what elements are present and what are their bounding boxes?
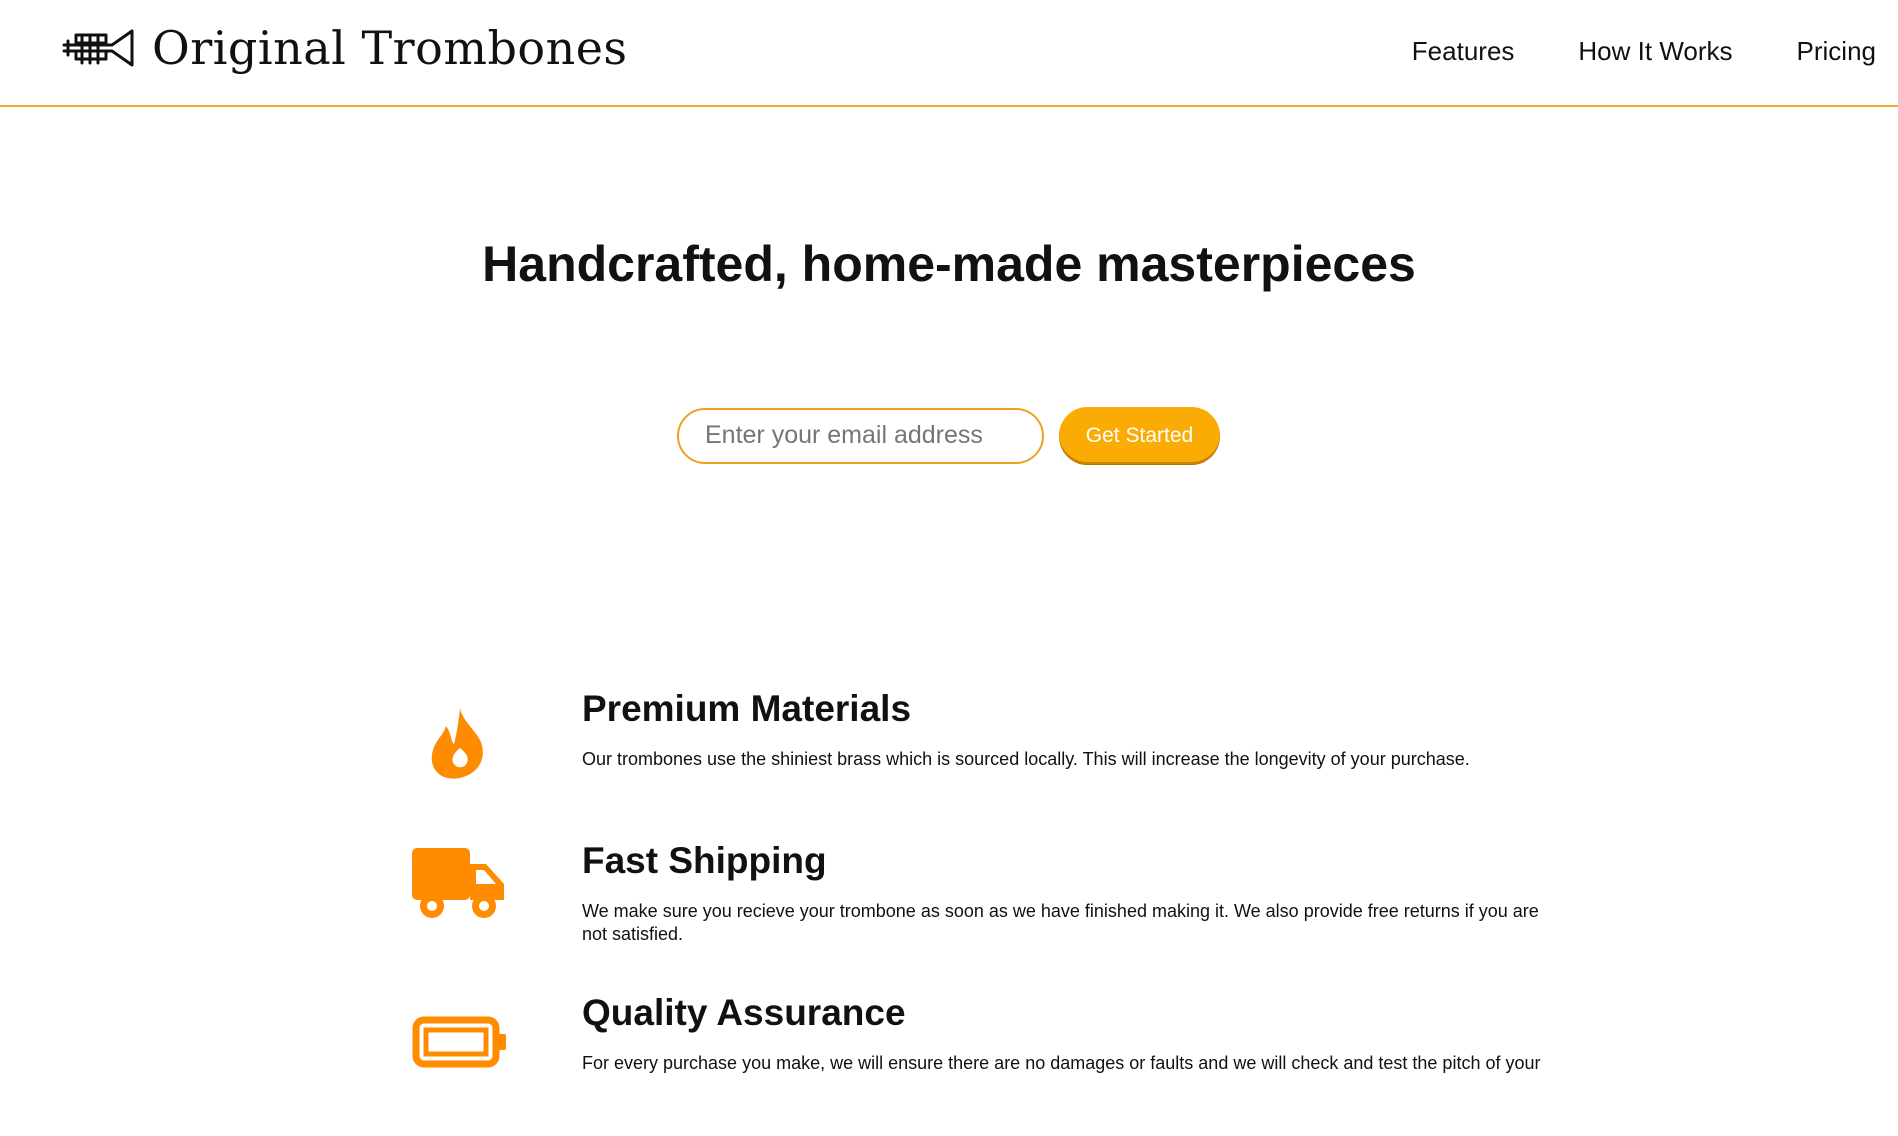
features-section: Premium Materials Our trombones use the … — [400, 680, 1560, 1136]
signup-form: Get Started — [677, 407, 1220, 464]
feature-description: Our trombones use the shiniest brass whi… — [582, 749, 1470, 769]
nav-link-pricing[interactable]: Pricing — [1797, 34, 1876, 68]
feature-description: For every purchase you make, we will ens… — [582, 1053, 1541, 1073]
logo[interactable]: Original Trombones — [62, 20, 628, 76]
battery-icon — [412, 1016, 506, 1068]
feature-item: Fast Shipping We make sure you recieve y… — [400, 832, 1560, 984]
nav-link-how-it-works[interactable]: How It Works — [1578, 34, 1732, 68]
feature-description: We make sure you recieve your trombone a… — [582, 901, 1539, 944]
site-header: Original Trombones Features How It Works… — [0, 0, 1898, 107]
logo-text: Original Trombones — [152, 21, 628, 75]
hero-title: Handcrafted, home-made masterpieces — [482, 236, 1416, 292]
truck-icon — [412, 848, 504, 918]
feature-title: Premium Materials — [582, 688, 912, 729]
fire-icon — [431, 708, 483, 779]
nav-link-features[interactable]: Features — [1412, 34, 1515, 68]
trumpet-icon — [62, 29, 134, 67]
get-started-button[interactable]: Get Started — [1059, 407, 1220, 464]
feature-title: Quality Assurance — [582, 992, 906, 1033]
feature-item: Quality Assurance For every purchase you… — [400, 984, 1560, 1136]
feature-title: Fast Shipping — [582, 840, 827, 881]
main-nav: Features How It Works Pricing — [1348, 34, 1876, 68]
email-input[interactable] — [677, 407, 1044, 464]
feature-item: Premium Materials Our trombones use the … — [400, 680, 1560, 832]
